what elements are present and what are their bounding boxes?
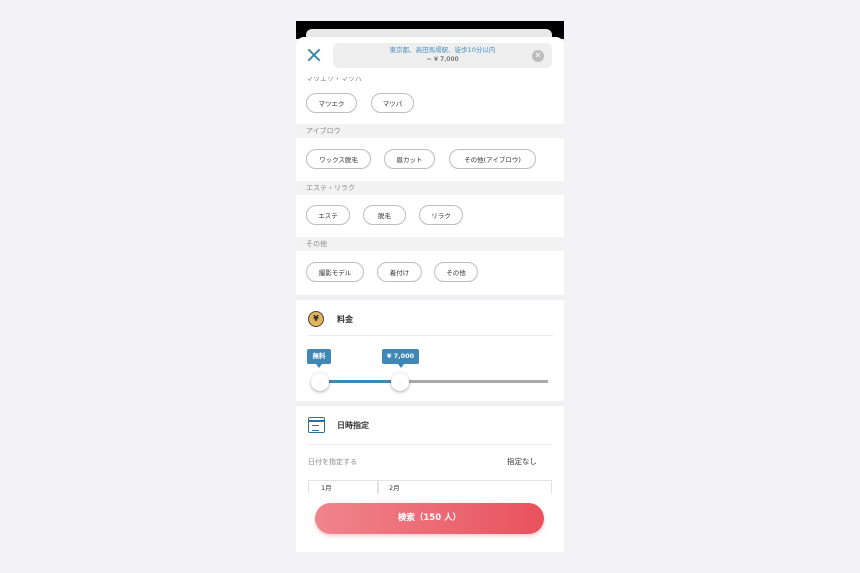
- search-button[interactable]: 検索（150 人）: [315, 503, 544, 534]
- divider: [308, 444, 553, 445]
- chip-matsueku[interactable]: マツエク: [306, 93, 357, 113]
- calendar-icon: [308, 417, 325, 433]
- price-min-handle[interactable]: [311, 373, 329, 391]
- chip-hair-removal[interactable]: 脱毛: [363, 205, 406, 225]
- date-value[interactable]: 指定なし: [507, 456, 537, 467]
- chip-wax[interactable]: ワックス脱毛: [306, 149, 371, 169]
- category-label-lash: マツエク・マツパ: [306, 77, 362, 81]
- category-group-other: 撮影モデル 着付け その他: [296, 251, 564, 295]
- search-summary-field[interactable]: 東京都、高田馬場駅、徒歩10分以内 ~ ¥ 7,000 ✕: [333, 43, 552, 68]
- chip-kimono[interactable]: 着付け: [377, 262, 422, 282]
- close-icon[interactable]: [305, 46, 323, 64]
- chip-relax[interactable]: リラク: [419, 205, 463, 225]
- chip-matsupa[interactable]: マツパ: [371, 93, 414, 113]
- price-min-tooltip: 無料: [307, 349, 331, 368]
- category-label-esthe: エステ・リラク: [306, 184, 355, 192]
- category-group-lash: マツエク・マツパ マツエク マツパ: [296, 77, 564, 124]
- category-header-eyebrow: アイブロウ: [296, 124, 564, 138]
- price-max-handle[interactable]: [390, 373, 409, 391]
- category-header-esthe: エステ・リラク: [296, 181, 564, 195]
- search-condition-location: 東京都、高田馬場駅、徒歩10分以内: [389, 46, 496, 54]
- search-condition-price: ~ ¥ 7,000: [426, 55, 459, 63]
- date-prompt: 日付を指定する: [308, 458, 357, 466]
- category-group-eyebrow: ワックス脱毛 眉カット その他(アイブロウ): [296, 138, 564, 181]
- category-group-esthe: エステ 脱毛 リラク: [296, 195, 564, 237]
- month-tab-january[interactable]: 1月: [308, 480, 378, 494]
- category-label-eyebrow: アイブロウ: [306, 127, 341, 135]
- divider: [308, 335, 553, 336]
- price-slider-range: [320, 380, 400, 383]
- phone-screen: 東京都、高田馬場駅、徒歩10分以内 ~ ¥ 7,000 ✕ マツエク・マツパ マ…: [296, 21, 564, 552]
- filter-content[interactable]: マツエク・マツパ マツエク マツパ アイブロウ ワックス脱毛 眉カット その他(…: [296, 77, 564, 552]
- price-card: ¥ 料金 無料 ¥ 7,000: [296, 300, 564, 401]
- yen-coin-icon: ¥: [308, 311, 324, 327]
- month-tab-february[interactable]: 2月: [378, 480, 552, 494]
- chip-brow-cut[interactable]: 眉カット: [384, 149, 435, 169]
- chip-brow-other[interactable]: その他(アイブロウ): [449, 149, 536, 169]
- category-header-other: その他: [296, 237, 564, 251]
- price-title: 料金: [337, 315, 353, 324]
- chip-other[interactable]: その他: [434, 262, 478, 282]
- chip-photo-model[interactable]: 撮影モデル: [306, 262, 364, 282]
- chip-esthe[interactable]: エステ: [306, 205, 350, 225]
- search-header: 東京都、高田馬場駅、徒歩10分以内 ~ ¥ 7,000 ✕: [296, 37, 564, 77]
- clear-search-icon[interactable]: ✕: [532, 50, 544, 62]
- category-label-other: その他: [306, 240, 327, 248]
- date-title: 日時指定: [337, 421, 369, 430]
- footer-bar: 検索（150 人）: [296, 499, 564, 552]
- price-max-tooltip: ¥ 7,000: [382, 349, 419, 368]
